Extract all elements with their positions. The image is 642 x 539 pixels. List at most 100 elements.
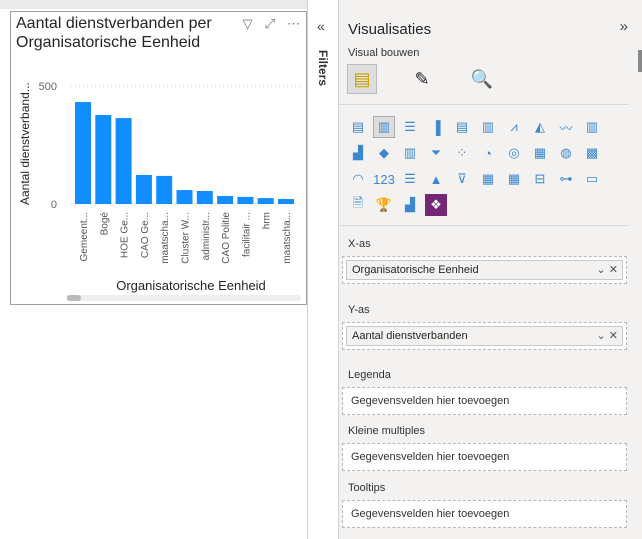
- visual-type-icon[interactable]: ▩: [581, 142, 603, 164]
- small-multiples-well[interactable]: Gegevensvelden hier toevoegen: [342, 443, 627, 471]
- visual-type-icon[interactable]: ☰: [399, 168, 421, 190]
- visual-type-icon[interactable]: ◍: [555, 142, 577, 164]
- divider: [339, 104, 629, 105]
- tooltips-well[interactable]: Gegevensvelden hier toevoegen: [342, 500, 627, 528]
- focus-mode-icon[interactable]: ⤢: [265, 16, 275, 32]
- visual-type-icon[interactable]: ⏷: [425, 142, 447, 164]
- scrollbar[interactable]: [638, 50, 642, 72]
- x-axis-title: Organisatorische Eenheid: [116, 278, 266, 293]
- visual-type-icon[interactable]: ▦: [477, 168, 499, 190]
- report-canvas: 500 0 Aantal dienstverband... Gemeent... Bog…: [0, 0, 307, 539]
- y-axis-label: Y-as: [348, 304, 370, 316]
- bar: [115, 118, 132, 204]
- x-tick-label: maatscha...: [160, 212, 171, 264]
- visual-type-icon[interactable]: ◆: [373, 142, 395, 164]
- visual-type-icon[interactable]: ▤: [347, 116, 369, 138]
- visual-type-icon[interactable]: ⁘: [451, 142, 473, 164]
- visual-type-icon[interactable]: 123: [373, 168, 395, 190]
- format-visual-tab[interactable]: ✎: [407, 64, 437, 94]
- y-tick-label: 500: [39, 81, 57, 93]
- divider: [339, 225, 629, 226]
- legend-well[interactable]: Gegevensvelden hier toevoegen: [342, 387, 627, 415]
- bar-chart-visual[interactable]: 500 0 Aantal dienstverband... Gemeent... Bog…: [10, 11, 307, 305]
- visual-type-icon[interactable]: ▦: [503, 168, 525, 190]
- field-name: Aantal dienstverbanden: [352, 330, 468, 342]
- bar: [257, 198, 274, 204]
- x-axis-label: X-as: [348, 238, 371, 250]
- tooltips-label: Tooltips: [348, 482, 386, 494]
- x-tick-label: Cluster W...: [181, 212, 192, 264]
- chevron-down-icon[interactable]: ⌄: [597, 330, 606, 342]
- visual-type-icon[interactable]: ▥: [373, 116, 395, 138]
- y-tick-label: 0: [51, 199, 57, 211]
- close-icon[interactable]: ✕: [609, 330, 618, 342]
- visual-type-icon[interactable]: ▲: [425, 168, 447, 190]
- visual-type-icon[interactable]: 🗎: [347, 194, 369, 216]
- x-axis-field[interactable]: Organisatorische Eenheid ⌄ ✕: [346, 260, 623, 280]
- y-axis-field[interactable]: Aantal dienstverbanden ⌄ ✕: [346, 326, 623, 346]
- visual-type-icon[interactable]: ☰: [399, 116, 421, 138]
- chevron-down-icon[interactable]: ⌄: [597, 264, 606, 276]
- x-tick-label: facilitair ...: [241, 212, 252, 257]
- bar: [278, 199, 294, 204]
- filters-label[interactable]: Filters: [316, 50, 330, 86]
- visual-type-icon[interactable]: ▥: [581, 116, 603, 138]
- filter-icon[interactable]: ▽: [243, 16, 253, 32]
- visual-type-icon[interactable]: ▥: [399, 142, 421, 164]
- visual-type-icon[interactable]: ◎: [503, 142, 525, 164]
- visual-type-icon[interactable]: ▟: [347, 142, 369, 164]
- small-multiples-placeholder: Gegevensvelden hier toevoegen: [351, 451, 510, 463]
- field-name: Organisatorische Eenheid: [352, 264, 479, 276]
- bar: [176, 190, 193, 204]
- horizontal-scrollbar: [66, 295, 301, 301]
- tooltips-placeholder: Gegevensvelden hier toevoegen: [351, 508, 510, 520]
- build-visual-tab[interactable]: ▤: [347, 64, 377, 94]
- visual-type-icon[interactable]: ▦: [529, 142, 551, 164]
- x-tick-label: maatscha...: [282, 212, 293, 264]
- visual-type-icon[interactable]: ⩘: [503, 116, 525, 138]
- title-line-1: Aantal dienstverbanden per: [16, 15, 212, 32]
- visual-type-icon[interactable]: 〰: [555, 116, 577, 138]
- visual-type-icon[interactable]: ▥: [477, 116, 499, 138]
- visual-type-icon[interactable]: ❖: [425, 194, 447, 216]
- visual-type-icon[interactable]: ▤: [451, 116, 473, 138]
- visual-type-icon[interactable]: ◭: [529, 116, 551, 138]
- visual-type-icon[interactable]: ▐: [425, 116, 447, 138]
- visual-type-icon[interactable]: ⊶: [555, 168, 577, 190]
- visual-type-icon[interactable]: ◠: [347, 168, 369, 190]
- fields-icon: ▤: [353, 68, 371, 89]
- x-tick-label: CAO Ge...: [140, 212, 151, 258]
- bar: [95, 115, 112, 204]
- x-axis-well[interactable]: Organisatorische Eenheid ⌄ ✕: [342, 256, 627, 284]
- visual-type-grid: ▤ ▥ ☰ ▐ ▤ ▥ ⩘ ◭ 〰 ▥ ▟ ◆ ▥ ⏷ ⁘ ◔ ◎ ▦ ◍ ▩ ◠ 123 ☰ ▲ ⊽ ▦ ▦ ⊟ ⊶ ▭ 🗎 🏆 ▟ ❖: [347, 116, 605, 220]
- expand-pane-icon[interactable]: »: [620, 18, 628, 35]
- bar: [75, 102, 91, 204]
- bar: [196, 191, 213, 204]
- visual-title: Aantal dienstverbanden per Organisatorisc…: [16, 14, 236, 52]
- close-icon[interactable]: ✕: [609, 264, 618, 276]
- y-axis-well[interactable]: Aantal dienstverbanden ⌄ ✕: [342, 322, 627, 350]
- filters-pane-collapsed[interactable]: « Filters: [307, 0, 339, 539]
- paintbrush-icon: ✎: [414, 68, 430, 89]
- analytics-tab[interactable]: 🔍: [467, 64, 497, 94]
- bar: [156, 175, 173, 204]
- visualizations-pane: Visualisaties » Visual bouwen ▤ ✎ 🔍 ▤ ▥ ☰ ▐…: [339, 0, 642, 539]
- legend-placeholder: Gegevensvelden hier toevoegen: [351, 395, 510, 407]
- visual-type-icon[interactable]: ⊽: [451, 168, 473, 190]
- x-tick-label: HOE Ge...: [120, 212, 131, 258]
- visual-type-icon[interactable]: 🏆: [373, 194, 395, 216]
- scrollbar-thumb: [67, 295, 81, 301]
- legend-label: Legenda: [348, 369, 391, 381]
- visual-type-icon[interactable]: ◔: [477, 142, 499, 164]
- bar: [237, 196, 254, 204]
- more-options-icon[interactable]: ⋯: [287, 16, 300, 32]
- collapse-filters-icon[interactable]: «: [317, 18, 325, 34]
- x-tick-label: hrm: [262, 212, 273, 229]
- visual-type-icon[interactable]: ⊟: [529, 168, 551, 190]
- pane-subtitle: Visual bouwen: [348, 47, 420, 59]
- canvas-top-strip: [0, 0, 307, 9]
- title-line-2: Organisatorische Eenheid: [16, 34, 201, 51]
- chart-svg: 500 0 Aantal dienstverband... Gemeent... Bog…: [18, 81, 301, 301]
- visual-type-icon[interactable]: ▭: [581, 168, 603, 190]
- visual-type-icon[interactable]: ▟: [399, 194, 421, 216]
